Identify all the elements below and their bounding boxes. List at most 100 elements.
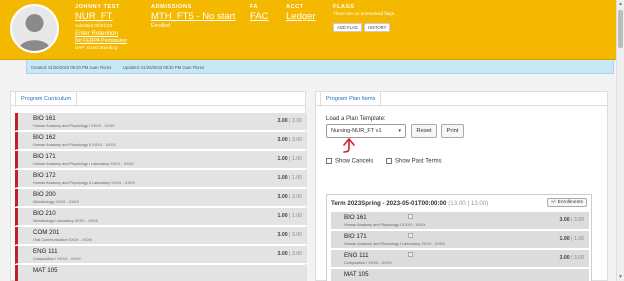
course-desc: Composition I XXXX - XXXX <box>33 257 81 261</box>
chevron-down-icon: ▾ <box>398 128 401 134</box>
flags-note: There are no unresolved flags. <box>333 11 396 16</box>
fa-section: FA FAC <box>250 4 268 22</box>
admissions-section: ADMISSIONS MTH_FT5 - No start Enrolled <box>151 4 235 29</box>
course-credits: 1.00 | 1.00 <box>277 213 302 219</box>
course-code: BIO 161 <box>33 115 56 122</box>
scroll-down-icon[interactable]: ▼ <box>618 274 623 280</box>
term-course[interactable]: BIO 171 Human Anatomy and Physiology I L… <box>331 231 589 249</box>
acct-label: ACCT <box>286 4 304 10</box>
course-desc: Human Anatomy and Physiology II Laborato… <box>33 181 135 185</box>
course-credits: 3.00 | 3.00 <box>277 251 302 257</box>
admitted-date: Admitted 05/01/23 <box>75 23 113 28</box>
curriculum-course[interactable]: COM 201 Oral Communication XXXX - XXXX 3… <box>15 227 307 245</box>
scrollbar-thumb[interactable] <box>618 10 623 48</box>
plan-template-select[interactable]: Nursing-NUR_FT v1 ▾ <box>326 124 406 138</box>
sap-status: SAP: Good Standing <box>75 45 118 50</box>
course-code: BIO 162 <box>33 134 56 141</box>
fa-label: FA <box>250 4 259 10</box>
checkbox-box <box>386 158 392 164</box>
checkbox-box <box>326 158 332 164</box>
term-course[interactable]: MAT 105 <box>331 269 589 281</box>
history-button[interactable]: HISTORY <box>363 23 391 32</box>
term-course[interactable]: BIO 161 Human Anatomy and Physiology I X… <box>331 212 589 230</box>
admissions-link[interactable]: MTH_FT5 - No start <box>151 11 235 22</box>
audit-info-strip: Created: 01/26/2023 09:20 PM Juan Flores… <box>26 60 614 74</box>
term-block: Term 2023Spring - 2023-05-01T00:00:00 (1… <box>326 194 592 281</box>
enrollments-button[interactable]: +/- Enrollments <box>546 198 587 207</box>
curriculum-course[interactable]: BIO 161 Human Anatomy and Physiology I X… <box>15 113 307 131</box>
reset-button[interactable]: Reset <box>411 124 437 138</box>
term-course[interactable]: ENG 111 Composition I XXXX - XXXX 3.00 |… <box>331 250 589 268</box>
curriculum-course[interactable]: BIO 200 Microbiology XXXX - XXXX 3.00 | … <box>15 189 307 207</box>
term-title: Term 2023Spring - 2023-05-01T00:00:00 (1… <box>331 200 489 207</box>
curriculum-panel: Program Curriculum BIO 161 Human Anatomy… <box>10 91 307 281</box>
template-label: Load a Plan Template: <box>326 116 386 122</box>
course-desc: Human Anatomy and Physiology I Laborator… <box>33 162 134 166</box>
curriculum-course[interactable]: BIO 172 Human Anatomy and Physiology II … <box>15 170 307 188</box>
admissions-label: ADMISSIONS <box>151 4 192 10</box>
acct-section: ACCT Ledger <box>286 4 316 22</box>
course-code: ENG 111 <box>33 248 58 255</box>
course-code: BIO 172 <box>33 172 56 179</box>
course-credits: 1.00 | 1.00 <box>277 175 302 181</box>
enter-retention-link[interactable]: Enter Retention <box>75 30 127 37</box>
course-desc: Human Anatomy and Physiology I XXXX - XX… <box>33 124 115 128</box>
curriculum-course[interactable]: BIO 162 Human Anatomy and Physiology II … <box>15 132 307 150</box>
course-credits: 3.00 | 3.00 <box>559 255 584 261</box>
show-cancels-checkbox[interactable]: Show Cancels <box>326 158 373 165</box>
course-code: COM 201 <box>33 229 60 236</box>
print-button[interactable]: Print <box>441 124 464 138</box>
ledger-link[interactable]: Ledger <box>286 11 316 22</box>
course-credits: 3.00 | 3.00 <box>277 194 302 200</box>
updated-info: Updated: 01/26/2023 09:20 PM Juan Flores <box>123 65 205 70</box>
show-cancels-label: Show Cancels <box>335 158 374 165</box>
red-arrow-annotation-icon <box>343 138 355 153</box>
curriculum-course[interactable]: ENG 111 Composition I XXXX - XXXX 3.00 |… <box>15 246 307 264</box>
course-credits: 3.00 | 3.00 <box>277 232 302 238</box>
course-credits: 1.00 | 1.00 <box>277 156 302 162</box>
scroll-up-icon[interactable]: ▲ <box>618 1 623 7</box>
course-select-checkbox[interactable] <box>408 233 413 238</box>
course-desc: Composition I XXXX - XXXX <box>344 261 392 265</box>
flags-label: FLAGS <box>333 4 355 10</box>
show-past-terms-checkbox[interactable]: Show Past Terms <box>386 158 442 165</box>
vertical-scrollbar[interactable]: ▲ ▼ <box>616 0 624 281</box>
course-code: BIO 171 <box>344 233 367 240</box>
student-info: JOHNNY TEST NUR_FT Admitted 05/01/23 Ent… <box>75 4 127 50</box>
course-code: MAT 105 <box>344 271 369 278</box>
student-name: JOHNNY TEST <box>75 4 121 10</box>
course-code: BIO 210 <box>33 210 56 217</box>
course-desc: Human Anatomy and Physiology I XXXX - XX… <box>344 223 426 227</box>
user-silhouette-icon <box>12 6 57 51</box>
avatar <box>10 4 59 53</box>
course-credits: 1.00 | 1.00 <box>559 236 584 242</box>
student-header: JOHNNY TEST NUR_FT Admitted 05/01/23 Ent… <box>0 0 616 60</box>
curriculum-course[interactable]: MAT 105 <box>15 265 307 281</box>
course-code: BIO 200 <box>33 191 56 198</box>
course-select-checkbox[interactable] <box>408 214 413 219</box>
add-flag-button[interactable]: ADD FLAG <box>333 23 362 32</box>
course-desc: Microbiology XXXX - XXXX <box>33 200 80 204</box>
course-desc: Microbiology Laboratory XXXX - XXXX <box>33 219 99 223</box>
curriculum-list: BIO 161 Human Anatomy and Physiology I X… <box>11 105 307 281</box>
course-code: BIO 171 <box>33 153 56 160</box>
fa-link[interactable]: FAC <box>250 11 268 22</box>
course-code: BIO 161 <box>344 214 367 221</box>
flags-section: FLAGS There are no unresolved flags. ADD… <box>333 4 395 34</box>
program-link[interactable]: NUR_FT <box>75 11 127 22</box>
curriculum-course[interactable]: BIO 171 Human Anatomy and Physiology I L… <box>15 151 307 169</box>
course-desc: Human Anatomy and Physiology II XXXX - X… <box>33 143 116 147</box>
course-desc: Human Anatomy and Physiology I Laborator… <box>344 242 445 246</box>
course-credits: 3.00 | 3.00 <box>277 118 302 124</box>
created-info: Created: 01/26/2023 09:20 PM Juan Flores <box>31 65 112 70</box>
enrolled-status: Enrolled <box>151 23 171 29</box>
course-select-checkbox[interactable] <box>408 252 413 257</box>
plan-template-value: Nursing-NUR_FT v1 <box>331 128 382 134</box>
ferpa-link[interactable]: No FERPA Permission <box>75 38 127 44</box>
course-credits: 3.00 | 3.00 <box>559 217 584 223</box>
curriculum-course[interactable]: BIO 210 Microbiology Laboratory XXXX - X… <box>15 208 307 226</box>
course-code: ENG 111 <box>344 252 369 259</box>
plan-panel: Program Plan Items Load a Plan Template:… <box>315 91 608 281</box>
course-credits: 3.00 | 3.00 <box>277 137 302 143</box>
course-desc: Oral Communication XXXX - XXXX <box>33 238 93 242</box>
